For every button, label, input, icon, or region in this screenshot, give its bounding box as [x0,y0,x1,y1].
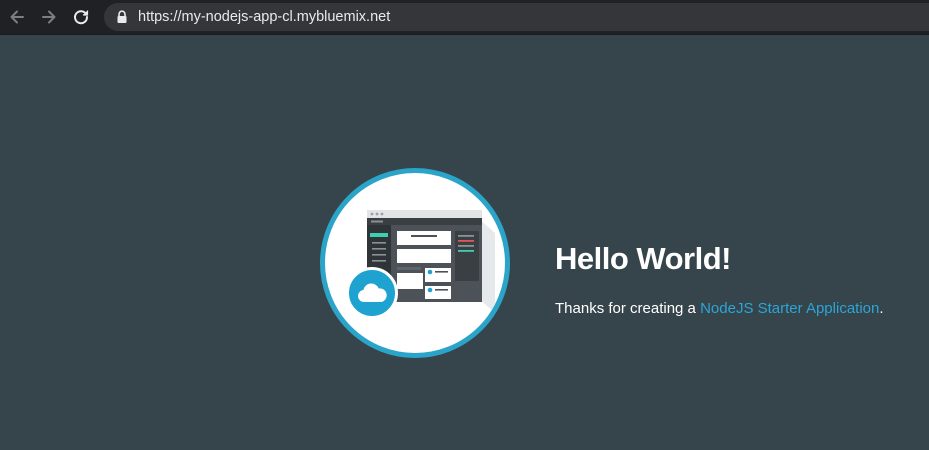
cloud-badge [346,267,398,319]
reload-button[interactable] [69,5,93,29]
address-bar[interactable]: https://my-nodejs-app-cl.mybluemix.net [104,3,929,31]
app-dashboard-illustration [367,210,495,313]
back-button[interactable] [5,5,29,29]
welcome-message-suffix: . [879,300,884,317]
arrow-right-icon [42,10,56,24]
reload-icon [74,10,89,25]
lock-icon[interactable] [116,10,128,24]
cloud-icon [357,283,387,302]
nodejs-starter-link[interactable]: NodeJS Starter Application [700,300,879,317]
browser-toolbar: https://my-nodejs-app-cl.mybluemix.net [0,0,929,35]
app-logo [320,168,510,358]
url-text[interactable]: https://my-nodejs-app-cl.mybluemix.net [138,9,390,25]
arrow-left-icon [10,10,24,24]
forward-button[interactable] [37,5,61,29]
welcome-message: Thanks for creating a NodeJS Starter App… [555,300,884,318]
welcome-message-prefix: Thanks for creating a [555,300,701,317]
page-title: Hello World! [555,241,731,276]
